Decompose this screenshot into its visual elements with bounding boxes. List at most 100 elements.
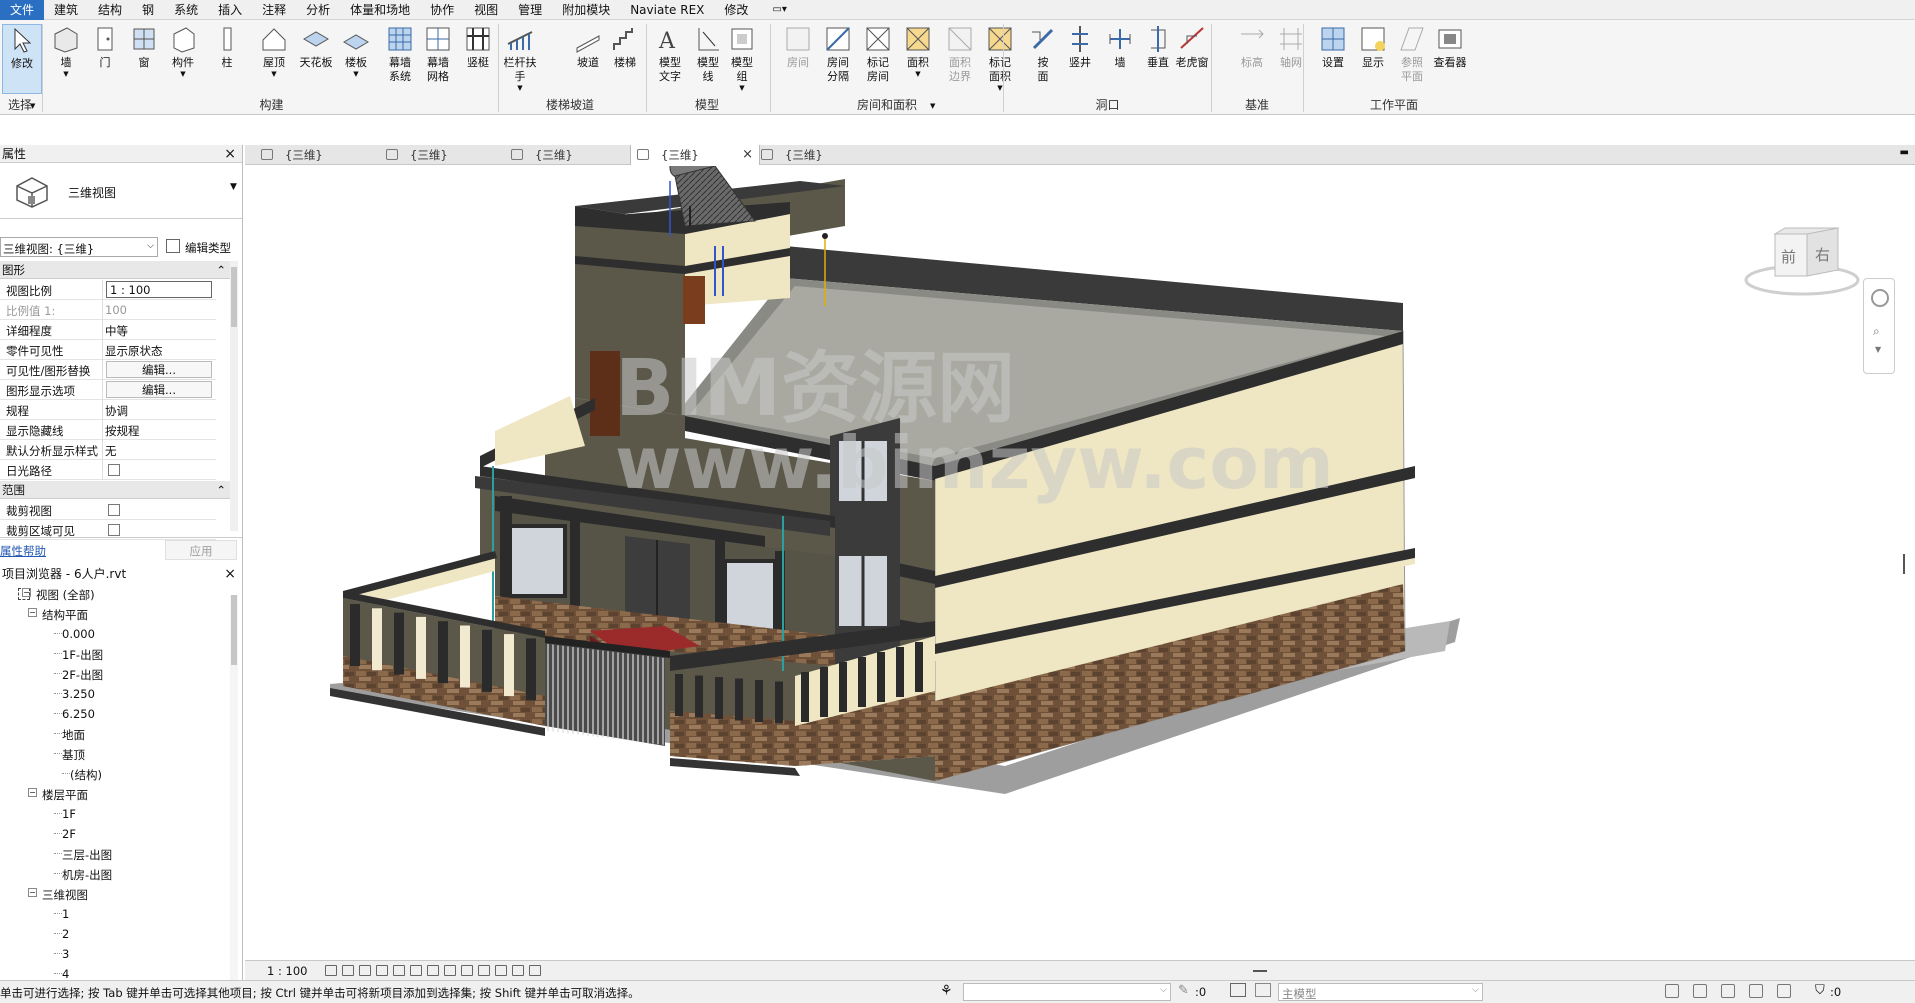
tree-item[interactable]: 1F-出图 xyxy=(62,647,103,663)
menu-item-7[interactable]: 分析 xyxy=(296,0,340,20)
chevron-down-icon[interactable]: ▼ xyxy=(930,102,935,110)
type-selector[interactable]: 三维视图 ▼ xyxy=(0,164,242,219)
tool-ceiling[interactable]: 天花板 xyxy=(296,24,336,70)
constraints-icon[interactable] xyxy=(529,965,541,976)
checkbox[interactable] xyxy=(108,524,120,536)
menu-item-13[interactable]: Naviate REX xyxy=(620,0,714,20)
analysis-icon[interactable] xyxy=(495,965,507,976)
tree-item[interactable]: 机房-出图 xyxy=(62,867,112,883)
tree-item[interactable]: 2 xyxy=(62,927,69,941)
close-icon[interactable]: × xyxy=(742,145,753,165)
quick-access-dropdown[interactable]: ▭▾ xyxy=(772,4,786,15)
property-value[interactable]: 显示原状态 xyxy=(105,343,163,359)
tool-window[interactable]: 窗 xyxy=(124,24,164,70)
chevron-down-icon[interactable]: ▼ xyxy=(30,102,35,110)
apply-button[interactable]: 应用 xyxy=(165,540,237,560)
viewcube-front[interactable]: 前 xyxy=(1781,246,1796,267)
steering-wheel-icon[interactable] xyxy=(1871,289,1889,307)
tool-column[interactable]: 柱 xyxy=(207,24,247,70)
menu-item-1[interactable]: 建筑 xyxy=(44,0,88,20)
select-by-face-icon[interactable] xyxy=(1749,984,1763,998)
shadows-icon[interactable] xyxy=(376,965,388,976)
chevron-down-icon[interactable]: ▼ xyxy=(1875,345,1881,354)
tool-set-workplane[interactable]: 设置 xyxy=(1313,24,1353,70)
menu-item-10[interactable]: 视图 xyxy=(464,0,508,20)
tree-item[interactable]: 2F xyxy=(62,827,76,841)
sun-path-checkbox[interactable] xyxy=(108,464,120,476)
section-graphics[interactable]: 图形 ⌃ xyxy=(0,261,230,279)
highlight-displacement-icon[interactable] xyxy=(512,965,524,976)
view-tab[interactable]: {三维} xyxy=(505,145,625,165)
expand-toggle[interactable]: − xyxy=(28,608,37,617)
tree-root[interactable]: 视图 (全部) xyxy=(36,587,95,603)
tool-door[interactable]: 门 xyxy=(85,24,125,70)
menu-item-8[interactable]: 体量和场地 xyxy=(340,0,420,20)
tool-model-text[interactable]: A 模型 文字 xyxy=(650,24,690,84)
design-option-icon[interactable] xyxy=(1230,983,1246,997)
sun-path-icon[interactable] xyxy=(359,965,371,976)
section-extents[interactable]: 范围 ⌃ xyxy=(0,481,230,499)
drag-elements-icon[interactable] xyxy=(1777,984,1791,998)
tool-dormer[interactable]: 老虎窗 xyxy=(1172,24,1212,70)
checkbox[interactable] xyxy=(108,504,120,516)
tree-item[interactable]: 1 xyxy=(62,907,69,921)
view-selector[interactable]: 三维视图: {三维} ⌵ xyxy=(0,237,158,257)
temp-hide-icon[interactable] xyxy=(461,965,473,976)
tree-group[interactable]: 结构平面 xyxy=(42,607,88,623)
tool-railing[interactable]: 栏杆扶手 ▼ xyxy=(500,24,540,92)
tool-curtain-system[interactable]: 幕墙 系统 xyxy=(380,24,420,84)
tool-show-workplane[interactable]: 显示 xyxy=(1353,24,1393,70)
tool-viewer[interactable]: 查看器 xyxy=(1430,24,1470,70)
close-icon[interactable]: × xyxy=(224,565,236,583)
tool-floor[interactable]: 楼板 ▼ xyxy=(336,24,376,78)
menu-item-14[interactable]: 修改 xyxy=(714,0,758,20)
property-value[interactable]: 中等 xyxy=(105,323,128,339)
select-underlay-icon[interactable] xyxy=(1693,984,1707,998)
tool-component[interactable]: 构件 ▼ xyxy=(163,24,203,78)
tool-ref-plane[interactable]: 参照 平面 xyxy=(1392,24,1432,84)
tool-stair[interactable]: 楼梯 xyxy=(605,24,645,70)
properties-help-link[interactable]: 属性帮助 xyxy=(0,543,46,559)
workset-select[interactable]: ⌵ xyxy=(963,983,1171,1001)
option-icon[interactable] xyxy=(1255,983,1271,997)
property-value[interactable]: 按规程 xyxy=(105,423,140,439)
expand-toggle[interactable]: − xyxy=(28,788,37,797)
scroll-thumb[interactable] xyxy=(1253,970,1267,972)
tree-item[interactable]: 3.250 xyxy=(62,687,95,701)
menu-item-0[interactable]: 文件 xyxy=(0,0,45,20)
tool-shaft[interactable]: 竖井 xyxy=(1060,24,1100,70)
view-tab[interactable]: {三维} × xyxy=(630,145,760,165)
tool-tag-room[interactable]: 标记 房间 xyxy=(858,24,898,84)
visual-style-icon[interactable] xyxy=(342,965,354,976)
workset-icon[interactable]: ⚘ xyxy=(940,983,953,999)
edit-request-icon[interactable]: ✎ xyxy=(1178,983,1189,998)
tree-item[interactable]: 6.250 xyxy=(62,707,95,721)
menu-item-11[interactable]: 管理 xyxy=(508,0,552,20)
menu-item-4[interactable]: 系统 xyxy=(164,0,208,20)
tool-area-boundary[interactable]: 面积 边界 xyxy=(940,24,980,84)
tool-tag-area[interactable]: 标记 面积 ▼ xyxy=(980,24,1020,92)
show-crop-icon[interactable] xyxy=(427,965,439,976)
tool-model-group[interactable]: 模型 组 ▼ xyxy=(722,24,762,92)
tool-wall-opening[interactable]: 墙 xyxy=(1100,24,1140,70)
tool-ramp[interactable]: 坡道 xyxy=(568,24,608,70)
menu-item-5[interactable]: 插入 xyxy=(208,0,252,20)
view-tab[interactable]: {三维} xyxy=(255,145,375,165)
tool-area[interactable]: 面积 ▼ xyxy=(898,24,938,78)
tool-modify-arrow[interactable]: 修改 xyxy=(2,24,42,94)
scrollbar[interactable] xyxy=(230,261,238,531)
menu-item-2[interactable]: 结构 xyxy=(88,0,132,20)
tree-item[interactable]: 4 xyxy=(62,967,69,980)
menu-item-6[interactable]: 注释 xyxy=(252,0,296,20)
tool-room-separator[interactable]: 房间 分隔 xyxy=(818,24,858,84)
viewcube-right[interactable]: 右 xyxy=(1815,244,1830,265)
edit-button[interactable]: 编辑... xyxy=(106,361,212,378)
tool-roof[interactable]: 屋顶 ▼ xyxy=(254,24,294,78)
menu-item-12[interactable]: 附加模块 xyxy=(552,0,620,20)
close-icon[interactable]: × xyxy=(224,145,236,163)
tool-grid[interactable]: 轴网 xyxy=(1271,24,1311,70)
design-option-select[interactable]: 主模型 ⌵ xyxy=(1278,983,1483,1001)
view-tab[interactable]: {三维} xyxy=(755,145,875,165)
tool-wall[interactable]: 墙 ▼ xyxy=(46,24,86,78)
zoom-icon[interactable]: ⌕ xyxy=(1873,324,1880,339)
